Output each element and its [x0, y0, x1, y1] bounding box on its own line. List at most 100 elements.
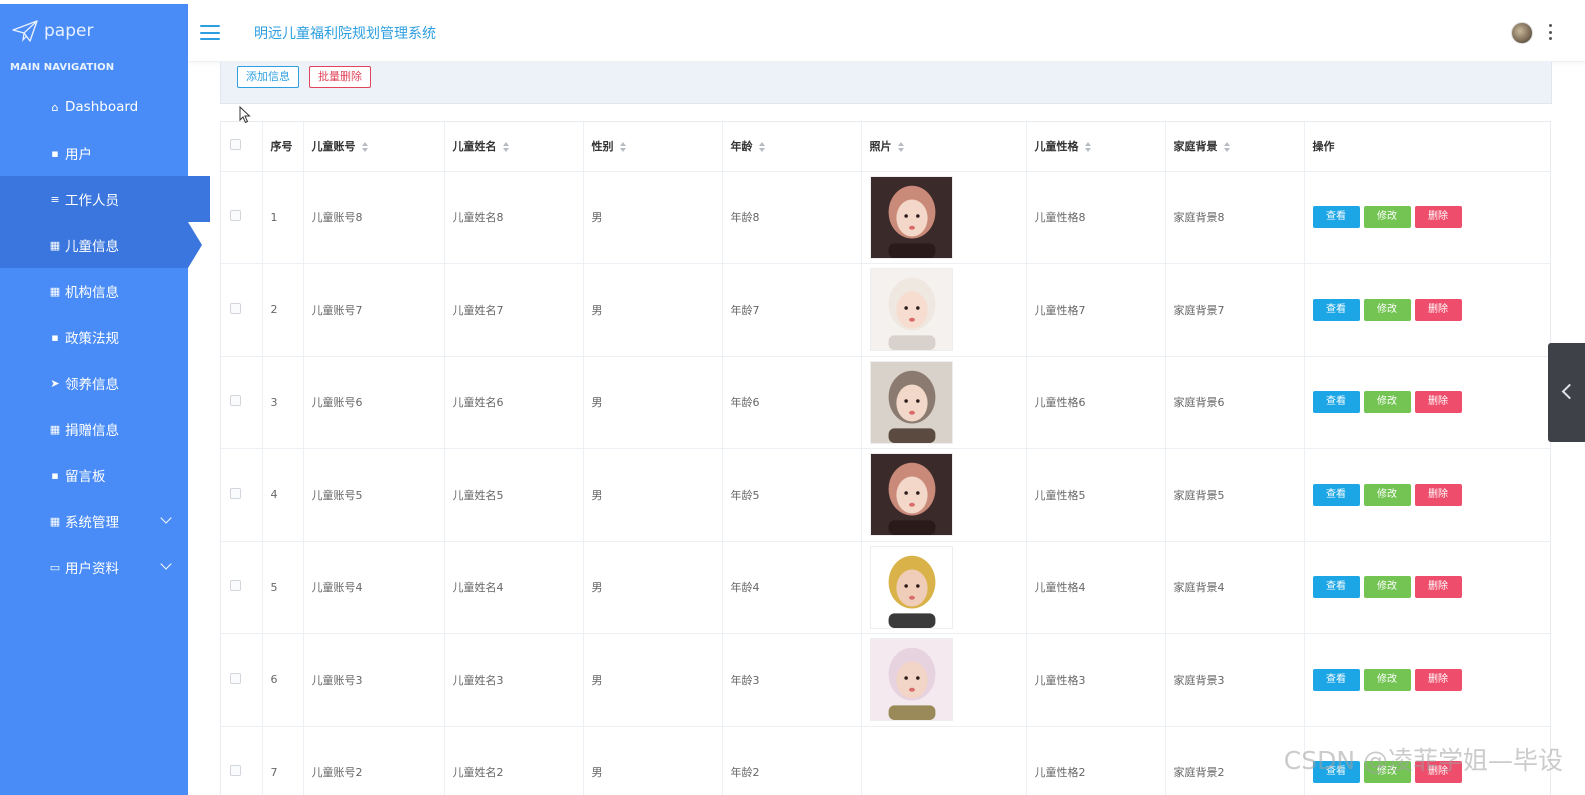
edit-button[interactable]: 修改	[1363, 576, 1411, 599]
batch-delete-button[interactable]: 批量删除	[309, 66, 371, 88]
child-photo[interactable]	[869, 638, 953, 722]
sort-icon[interactable]	[1223, 142, 1231, 153]
cell-personality: 儿童性格3	[1026, 633, 1166, 727]
sidebar-item-policies[interactable]: ▪ 政策法规	[0, 314, 188, 360]
sidebar-item-users[interactable]: ▪ 用户	[0, 130, 188, 176]
column-header[interactable]: 照片	[861, 122, 1027, 172]
sidebar-item-profile[interactable]: ▭ 用户资料	[0, 544, 188, 590]
sidebar: paper MAIN NAVIGATION ⌂ Dashboard ▪ 用户 ≡…	[0, 4, 210, 795]
sidebar-item-children[interactable]: ▦ 儿童信息	[0, 222, 202, 268]
chevron-down-icon	[160, 512, 172, 524]
edit-button[interactable]: 修改	[1363, 298, 1411, 321]
cell-gender: 男	[583, 448, 723, 542]
delete-button[interactable]: 删除	[1414, 391, 1462, 414]
delete-button[interactable]: 删除	[1414, 206, 1462, 229]
column-header[interactable]: 年龄	[722, 122, 862, 172]
edit-button[interactable]: 修改	[1363, 668, 1411, 691]
view-button[interactable]: 查看	[1312, 483, 1360, 506]
cell-age: 年龄8	[722, 171, 862, 264]
sidebar-item-dashboard[interactable]: ⌂ Dashboard	[0, 84, 188, 130]
kebab-icon[interactable]	[1548, 24, 1552, 40]
cell-gender: 男	[583, 726, 723, 795]
column-header[interactable]: 儿童账号	[303, 122, 445, 172]
row-checkbox[interactable]	[230, 580, 241, 592]
cell-background: 家庭背景6	[1165, 356, 1305, 449]
delete-button[interactable]: 删除	[1414, 576, 1462, 599]
edit-button[interactable]: 修改	[1363, 391, 1411, 414]
cell-gender: 男	[583, 263, 723, 357]
sort-icon[interactable]	[361, 142, 369, 153]
row-checkbox[interactable]	[230, 765, 241, 777]
column-header[interactable]: 儿童性格	[1026, 122, 1166, 172]
view-button[interactable]: 查看	[1312, 668, 1360, 691]
sidebar-item-institutions[interactable]: ▦ 机构信息	[0, 268, 188, 314]
cell-photo	[861, 263, 1027, 357]
sort-icon[interactable]	[897, 142, 905, 153]
row-checkbox[interactable]	[230, 487, 241, 499]
sidebar-item-staff[interactable]: ≡ 工作人员	[0, 176, 210, 222]
cell-personality: 儿童性格2	[1026, 726, 1166, 795]
column-header[interactable]: 性别	[583, 122, 723, 172]
child-photo[interactable]	[869, 360, 953, 444]
row-checkbox[interactable]	[230, 672, 241, 684]
brand-logo[interactable]: paper	[12, 18, 93, 44]
cell-photo	[861, 448, 1027, 542]
sidebar-item-label: 政策法规	[65, 331, 119, 347]
sidebar-item-adoption[interactable]: ➤ 领养信息	[0, 360, 188, 406]
list-icon: ≡	[50, 192, 60, 206]
cell-no: 4	[262, 448, 304, 542]
sidebar-item-donations[interactable]: ▦ 捐赠信息	[0, 406, 188, 452]
brand-name: paper	[44, 21, 94, 41]
delete-button[interactable]: 删除	[1414, 483, 1462, 506]
column-header[interactable]: 儿童姓名	[444, 122, 584, 172]
sort-icon[interactable]	[502, 142, 510, 153]
table-row: 5 儿童账号4 儿童姓名4 男年龄4 儿童性格4 家庭背景4 查看 修改 删除	[221, 541, 1550, 634]
delete-button[interactable]: 删除	[1414, 668, 1462, 691]
sidebar-item-system[interactable]: ▦ 系统管理	[0, 498, 188, 544]
child-photo[interactable]	[869, 545, 953, 629]
user-avatar[interactable]	[1511, 22, 1533, 44]
cell-actions: 查看 修改 删除	[1304, 541, 1550, 634]
cell-name: 儿童姓名6	[444, 356, 584, 449]
cell-account: 儿童账号3	[303, 633, 445, 727]
column-header[interactable]: 家庭背景	[1165, 122, 1305, 172]
select-all-checkbox[interactable]	[230, 139, 241, 151]
view-button[interactable]: 查看	[1312, 391, 1360, 414]
sort-icon[interactable]	[619, 142, 627, 153]
cell-account: 儿童账号7	[303, 263, 445, 357]
children-table: 序号 儿童账号 儿童姓名 性别 年龄 照片 儿童性格 家庭背景 操作 1 儿童账号…	[221, 122, 1550, 795]
child-photo[interactable]	[869, 175, 953, 259]
cell-age: 年龄3	[722, 633, 862, 727]
add-info-button[interactable]: 添加信息	[237, 66, 299, 88]
cell-actions: 查看 修改 删除	[1304, 263, 1550, 357]
view-button[interactable]: 查看	[1312, 576, 1360, 599]
side-panel-toggle[interactable]	[1548, 343, 1585, 442]
home-icon: ⌂	[51, 100, 59, 114]
chevron-left-icon	[1561, 383, 1578, 400]
sort-icon[interactable]	[1084, 142, 1092, 153]
row-checkbox[interactable]	[230, 395, 241, 407]
cell-no: 5	[262, 541, 304, 634]
sidebar-item-messages[interactable]: ▪ 留言板	[0, 452, 188, 498]
row-checkbox[interactable]	[230, 210, 241, 222]
calendar-icon: ▭	[49, 560, 61, 574]
table-row: 6 儿童账号3 儿童姓名3 男年龄3 儿童性格3 家庭背景3 查看 修改 删除	[221, 633, 1550, 727]
sort-icon[interactable]	[758, 142, 766, 153]
delete-button[interactable]: 删除	[1414, 298, 1462, 321]
child-photo[interactable]	[869, 453, 953, 537]
view-button[interactable]: 查看	[1312, 206, 1360, 229]
table-row: 1 儿童账号8 儿童姓名8 男年龄8 儿童性格8 家庭背景8 查看 修改 删除	[221, 171, 1550, 264]
child-photo[interactable]	[869, 268, 953, 352]
cell-gender: 男	[583, 171, 723, 264]
cell-gender: 男	[583, 356, 723, 449]
hamburger-icon[interactable]	[200, 25, 220, 40]
edit-button[interactable]: 修改	[1363, 206, 1411, 229]
column-header: 序号	[262, 122, 304, 172]
cell-age: 年龄2	[722, 726, 862, 795]
cell-name: 儿童姓名3	[444, 633, 584, 727]
cell-background: 家庭背景8	[1165, 171, 1305, 264]
view-button[interactable]: 查看	[1312, 298, 1360, 321]
row-checkbox[interactable]	[230, 302, 241, 314]
edit-button[interactable]: 修改	[1363, 483, 1411, 506]
cell-actions: 查看 修改 删除	[1304, 448, 1550, 542]
